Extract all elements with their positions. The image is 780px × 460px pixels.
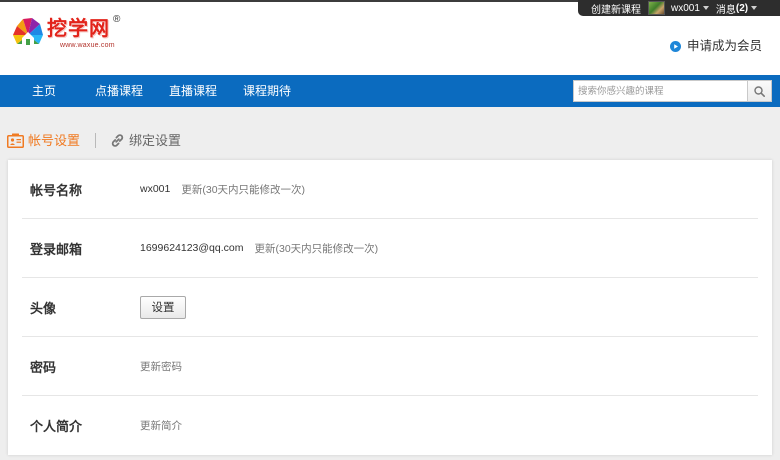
username-value: wx001 — [140, 183, 171, 195]
user-topbar: 创建新课程 wx001 消息 (2) — [578, 0, 780, 16]
set-avatar-button[interactable]: 设置 — [140, 295, 186, 319]
caret-down-icon[interactable] — [702, 6, 709, 10]
user-avatar[interactable] — [648, 1, 665, 15]
tab-account-settings[interactable]: 帐号设置 — [28, 132, 80, 149]
messages-count[interactable]: (2) — [736, 3, 748, 14]
update-password-link[interactable]: 更新密码 — [140, 359, 182, 374]
nav-item-vod-courses[interactable]: 点播课程 — [95, 75, 143, 107]
settings-row-username: 帐号名称 wx001 更新(30天内只能修改一次) — [22, 160, 758, 219]
apply-member-label: 申请成为会员 — [687, 39, 763, 53]
tab-separator — [95, 133, 96, 148]
update-email-link[interactable]: 更新(30天内只能修改一次) — [255, 241, 379, 256]
main-nav: 主页 点播课程 直播课程 课程期待 — [0, 75, 780, 107]
caret-down-icon[interactable] — [751, 6, 758, 10]
row-label: 帐号名称 — [30, 182, 83, 198]
site-header: 创建新课程 wx001 消息 (2) 挖学网 ® www.waxue.com 申… — [0, 0, 780, 75]
nav-item-live-courses[interactable]: 直播课程 — [169, 75, 217, 107]
row-label: 密码 — [30, 359, 57, 375]
row-label: 头像 — [30, 300, 57, 316]
logo-name[interactable]: 挖学网 — [47, 17, 110, 41]
registered-mark: ® — [113, 14, 121, 25]
search-input[interactable] — [573, 80, 747, 102]
update-username-link[interactable]: 更新(30天内只能修改一次) — [181, 182, 305, 197]
search-button[interactable] — [747, 80, 772, 102]
link-icon[interactable] — [110, 133, 125, 148]
nav-item-upcoming-courses[interactable]: 课程期待 — [243, 75, 291, 107]
settings-row-avatar: 头像 设置 — [22, 278, 758, 337]
id-card-icon[interactable] — [7, 133, 24, 148]
tab-bind-settings[interactable]: 绑定设置 — [129, 132, 181, 149]
username-menu[interactable]: wx001 — [671, 3, 700, 14]
search-icon — [754, 85, 765, 97]
create-course-link[interactable]: 创建新课程 — [591, 1, 641, 16]
row-label: 个人简介 — [30, 419, 83, 434]
nav-item-home[interactable]: 主页 — [32, 75, 56, 107]
settings-row-email: 登录邮箱 1699624123@qq.com 更新(30天内只能修改一次) — [22, 219, 758, 278]
account-settings-panel: 帐号名称 wx001 更新(30天内只能修改一次) 登录邮箱 169962412… — [8, 160, 772, 455]
logo-url: www.waxue.com — [60, 42, 115, 49]
row-label: 登录邮箱 — [30, 241, 83, 257]
messages-link[interactable]: 消息 — [716, 1, 736, 16]
update-bio-link[interactable]: 更新简介 — [140, 418, 182, 433]
play-circle-icon — [670, 41, 681, 52]
email-value: 1699624123@qq.com — [140, 242, 244, 254]
settings-row-password: 密码 更新密码 — [22, 337, 758, 396]
apply-member-link[interactable]: 申请成为会员 — [670, 39, 762, 54]
house-logo-icon[interactable] — [10, 15, 46, 49]
settings-row-bio: 个人简介 更新简介 — [22, 396, 758, 455]
